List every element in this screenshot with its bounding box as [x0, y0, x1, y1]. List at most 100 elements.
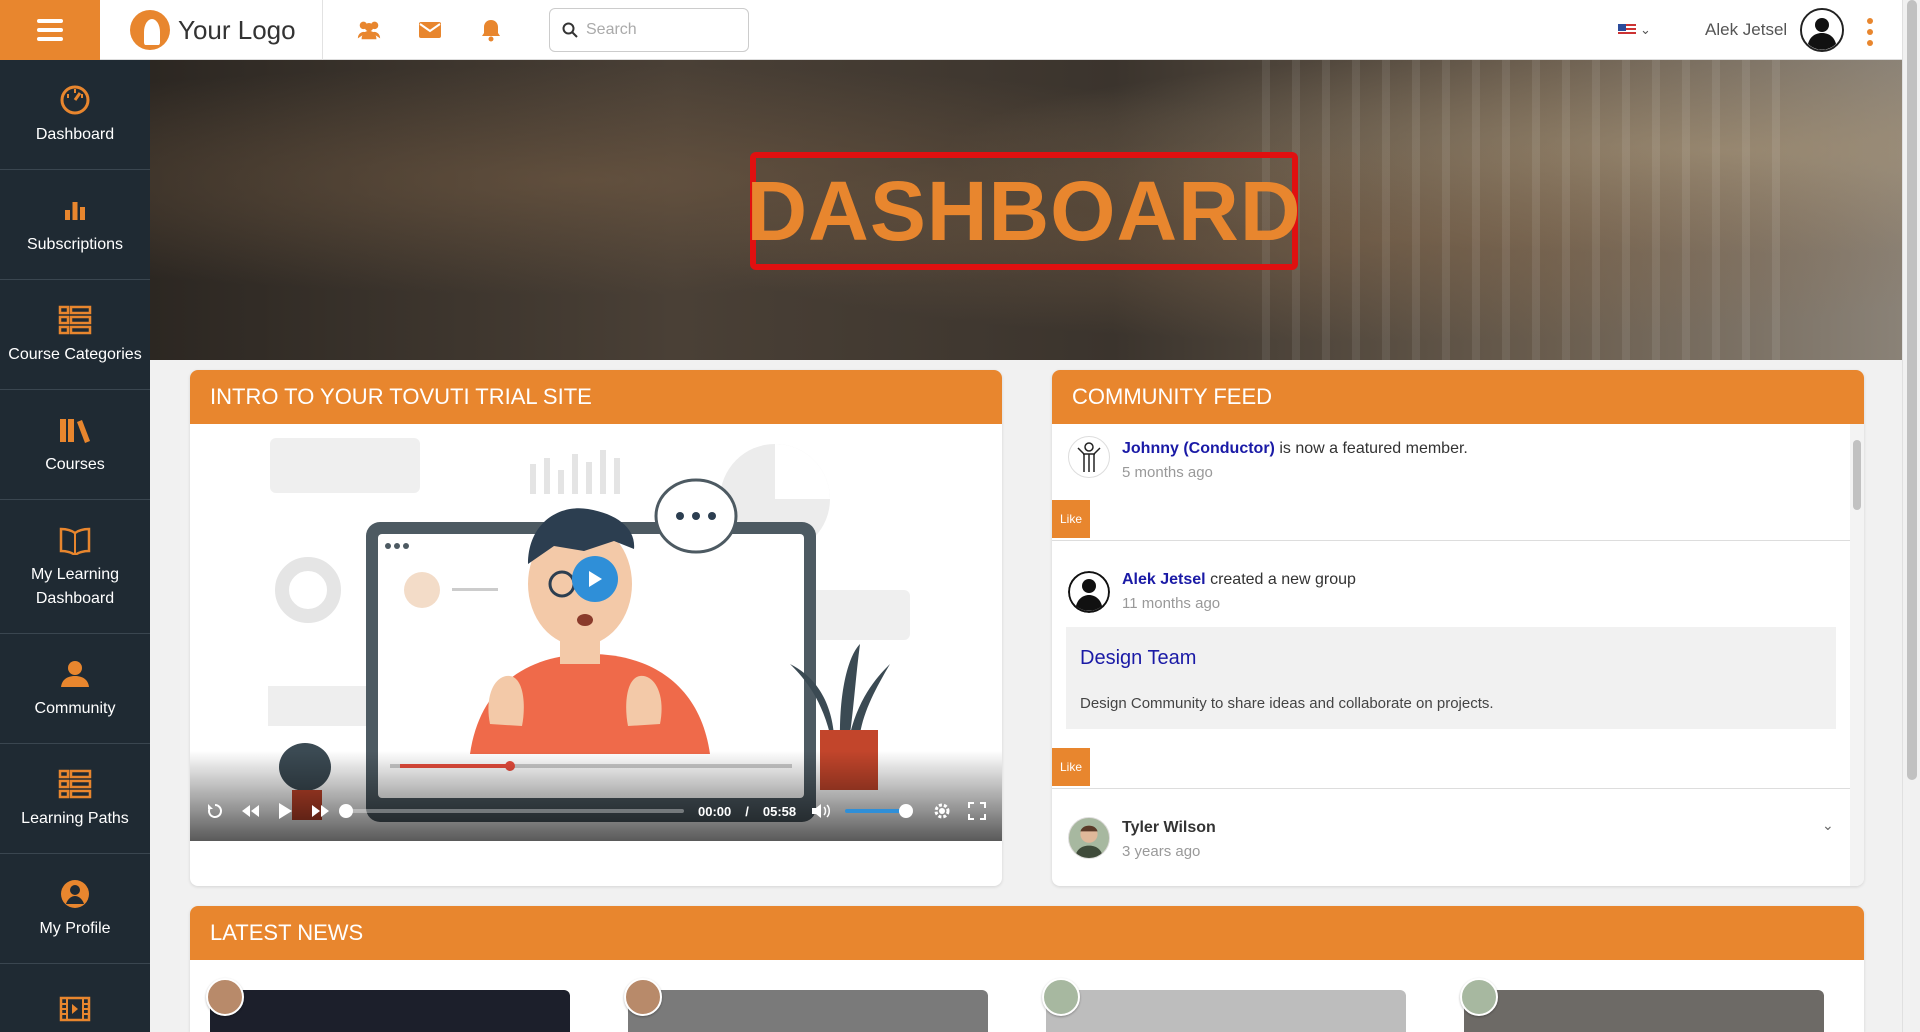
top-bar: Your Logo ⌄ Alek Jetsel — [0, 0, 1920, 60]
restart-icon[interactable] — [204, 800, 225, 822]
feed-item: Johnny (Conductor) is now a featured mem… — [1052, 424, 1850, 540]
rewind-icon[interactable] — [239, 800, 260, 822]
video-duration: 05:58 — [762, 803, 797, 819]
feed-scrollbar[interactable] — [1850, 424, 1864, 886]
member-avatar[interactable] — [1068, 571, 1110, 613]
author-avatar[interactable] — [1460, 978, 1498, 1016]
community-feed-card: COMMUNITY FEED Johnny (Conductor) is now… — [1052, 370, 1864, 886]
author-avatar[interactable] — [624, 978, 662, 1016]
divider — [322, 0, 323, 60]
hamburger-icon — [37, 28, 63, 32]
video-current-time: 00:00 — [698, 803, 732, 819]
hero-title-frame: DASHBOARD — [747, 152, 1301, 270]
search-icon — [562, 22, 578, 38]
feed-scrollbar-thumb[interactable] — [1853, 440, 1861, 510]
video-time-separator: / — [745, 803, 749, 819]
feed-item: Alek Jetsel created a new group 11 month… — [1052, 541, 1850, 788]
chevron-down-icon[interactable]: ⌄ — [1640, 22, 1651, 38]
feed-item-action: is now a featured member. — [1279, 440, 1468, 457]
more-options-icon[interactable] — [1866, 18, 1874, 46]
sidebar-item-subscriptions[interactable]: Subscriptions — [0, 170, 150, 280]
sidebar-item-label: Learning Paths — [21, 809, 129, 827]
sidebar-item-learning-paths[interactable]: Learning Paths — [0, 744, 150, 854]
community-icon — [58, 657, 92, 691]
like-button[interactable]: Like — [1052, 500, 1090, 538]
sidebar-item-my-learning-dashboard[interactable]: My Learning Dashboard — [0, 500, 150, 634]
intro-video[interactable]: 00:00 / 05:58 — [190, 424, 1002, 841]
member-name[interactable]: Tyler Wilson — [1122, 819, 1216, 836]
sidebar-item-media[interactable] — [0, 964, 150, 1032]
logo-icon — [130, 10, 170, 50]
feed-item-time: 11 months ago — [1122, 595, 1221, 612]
sidebar-item-label: Dashboard — [35, 125, 115, 143]
feed-item-text: Tyler Wilson — [1122, 819, 1216, 837]
sidebar-item-courses[interactable]: Courses — [0, 390, 150, 500]
video-controls: 00:00 / 05:58 — [190, 781, 1002, 841]
video-progress-knob[interactable] — [339, 804, 354, 818]
sidebar-item-label: My Learning Dashboard — [30, 565, 120, 607]
list-grid-icon — [58, 767, 92, 801]
fast-forward-icon[interactable] — [310, 800, 331, 822]
sidebar: Dashboard Subscriptions Course Categorie… — [0, 60, 150, 1032]
fullscreen-icon[interactable] — [967, 800, 988, 822]
volume-icon[interactable] — [810, 800, 831, 822]
news-tile[interactable] — [1464, 990, 1824, 1032]
play-button[interactable] — [572, 556, 618, 602]
user-name[interactable]: Alek Jetsel — [1705, 20, 1787, 40]
volume-knob[interactable] — [899, 804, 914, 818]
page-scrollbar[interactable] — [1902, 0, 1920, 1032]
member-avatar[interactable] — [1068, 817, 1110, 859]
sidebar-item-label: Community — [34, 699, 116, 717]
play-icon[interactable] — [275, 800, 296, 822]
feed-item-time: 5 months ago — [1122, 464, 1213, 481]
page-scrollbar-thumb[interactable] — [1907, 0, 1917, 780]
news-tile[interactable] — [628, 990, 988, 1032]
film-icon — [58, 992, 92, 1026]
user-avatar[interactable] — [1800, 8, 1844, 52]
settings-gear-icon[interactable] — [931, 800, 952, 822]
search-input[interactable] — [586, 21, 736, 39]
site-logo[interactable]: Your Logo — [130, 8, 296, 52]
open-book-icon — [58, 523, 92, 557]
author-avatar[interactable] — [1042, 978, 1080, 1016]
community-feed-list: Johnny (Conductor) is now a featured mem… — [1052, 424, 1864, 886]
group-title[interactable]: Design Team — [1080, 647, 1196, 670]
group-description: Design Community to share ideas and coll… — [1080, 695, 1494, 712]
sidebar-item-course-categories[interactable]: Course Categories — [0, 280, 150, 390]
volume-slider[interactable] — [845, 804, 914, 818]
intro-card: INTRO TO YOUR TOVUTI TRIAL SITE 00:00 / … — [190, 370, 1002, 886]
menu-toggle-button[interactable] — [0, 0, 100, 60]
video-progress-bar[interactable] — [339, 804, 685, 818]
page-title: DASHBOARD — [746, 163, 1302, 258]
sidebar-item-community[interactable]: Community — [0, 634, 150, 744]
user-circle-icon — [58, 877, 92, 911]
intro-card-title: INTRO TO YOUR TOVUTI TRIAL SITE — [190, 370, 1002, 424]
author-avatar[interactable] — [206, 978, 244, 1016]
news-tile[interactable] — [1046, 990, 1406, 1032]
member-link[interactable]: Johnny (Conductor) — [1122, 440, 1275, 457]
feed-item-time: 3 years ago — [1122, 843, 1201, 860]
feed-item-action: created a new group — [1210, 571, 1356, 588]
chevron-down-icon[interactable]: ⌄ — [1822, 817, 1834, 834]
feed-item-text: Alek Jetsel created a new group — [1122, 571, 1356, 589]
hero-banner: DASHBOARD — [150, 60, 1902, 360]
feed-item-text: Johnny (Conductor) is now a featured mem… — [1122, 440, 1468, 458]
books-icon — [58, 413, 92, 447]
sidebar-item-my-profile[interactable]: My Profile — [0, 854, 150, 964]
like-button[interactable]: Like — [1052, 748, 1090, 786]
bar-chart-icon — [58, 193, 92, 227]
users-icon[interactable] — [356, 17, 382, 43]
member-avatar[interactable] — [1068, 436, 1110, 478]
sidebar-item-label: My Profile — [39, 919, 111, 937]
logo-text: Your Logo — [178, 14, 296, 45]
feed-item: Tyler Wilson 3 years ago ⌄ — [1052, 789, 1850, 886]
language-flag-icon[interactable] — [1618, 24, 1636, 36]
news-tile[interactable] — [210, 990, 570, 1032]
community-feed-title: COMMUNITY FEED — [1052, 370, 1864, 424]
sidebar-item-dashboard[interactable]: Dashboard — [0, 60, 150, 170]
mail-icon[interactable] — [417, 17, 443, 43]
bell-icon[interactable] — [478, 17, 504, 43]
member-link[interactable]: Alek Jetsel — [1122, 571, 1206, 588]
group-card[interactable]: Design Team Design Community to share id… — [1066, 627, 1836, 729]
play-icon — [589, 571, 602, 587]
